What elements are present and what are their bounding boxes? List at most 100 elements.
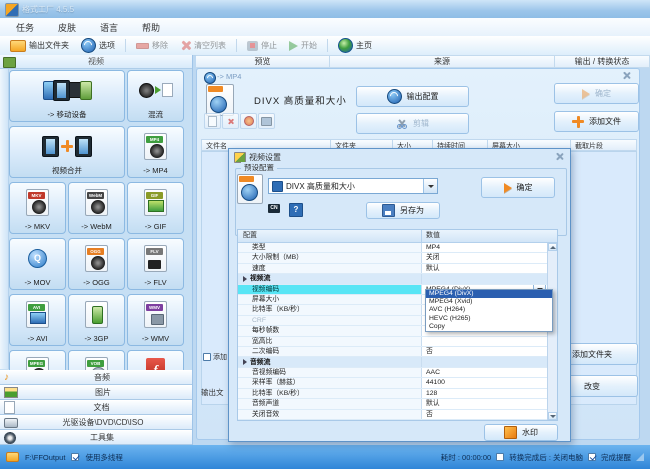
menu-skin[interactable]: 皮肤 <box>58 21 76 34</box>
column-output-status[interactable]: 输出 / 转换状态 <box>555 55 650 68</box>
remove-button[interactable]: 移除 <box>130 37 174 54</box>
sidebar-item-mpeg[interactable]: MPEG <box>9 350 66 370</box>
save-as-button[interactable]: 另存为 <box>366 202 440 219</box>
sidebar-item-swf[interactable]: f <box>127 350 184 370</box>
shutdown-checkbox-unchecked[interactable] <box>496 453 504 461</box>
options-button[interactable]: 选项 <box>75 37 121 54</box>
dropdown-item[interactable]: HEVC (H265) <box>426 315 552 323</box>
floppy-disk-icon <box>382 204 395 217</box>
dropdown-item[interactable]: Copy <box>426 323 552 331</box>
grid-section-video-stream[interactable]: 视频流 <box>238 274 548 284</box>
sidebar-item-ogg[interactable]: OGG -> OGG <box>68 238 125 290</box>
sidebar-item-flv[interactable]: FLV -> FLV <box>127 238 184 290</box>
sidebar-item-label: -> OGG <box>83 278 109 287</box>
sidebar-scrollbar[interactable] <box>0 69 9 369</box>
watermark-label: 水印 <box>522 427 538 438</box>
accordion-toolset[interactable]: 工具集 <box>0 430 192 445</box>
grid-row-audio-bitrate[interactable]: 比特率（KB/秒）128 <box>238 389 548 399</box>
column-source[interactable]: 来源 <box>330 55 555 68</box>
sidebar-item-video-join[interactable]: 视频合并 <box>9 126 125 178</box>
grid-row-audio-channel[interactable]: 音频声道默认 <box>238 399 548 409</box>
grid-row-audio-encode[interactable]: 音视频编码AAC <box>238 368 548 378</box>
column-preview[interactable]: 预览 <box>196 55 330 68</box>
sidebar-item-3gp[interactable]: -> 3GP <box>68 294 125 346</box>
scroll-up-icon[interactable] <box>548 243 557 251</box>
grid-header-value[interactable]: 数值 <box>422 230 557 242</box>
resize-grip[interactable] <box>636 453 644 461</box>
dialog-ok-button[interactable]: 确定 <box>481 177 555 198</box>
add-item-icon[interactable] <box>204 113 221 129</box>
output-config-button[interactable]: 输出配置 <box>356 86 469 107</box>
codec-badge-icon[interactable]: CN <box>268 204 280 213</box>
grid-row-aspect-ratio[interactable]: 宽高比 <box>238 337 548 347</box>
menu-task[interactable]: 任务 <box>16 21 34 34</box>
toolbar-separator <box>125 39 126 52</box>
scroll-down-icon[interactable] <box>548 412 557 420</box>
grid-header-config[interactable]: 配置 <box>238 230 422 242</box>
grid-row-sample-rate[interactable]: 采样率（赫兹）44100 <box>238 378 548 388</box>
status-bar: F:\FFOutput 使用多线程 耗时 : 00:00:00 转换完成后 : … <box>0 445 650 469</box>
expand-icon <box>243 359 247 365</box>
clear-list-button[interactable]: 清空列表 <box>174 37 232 54</box>
dropdown-item[interactable]: MPEG4 (Xvid) <box>426 298 552 306</box>
plus-icon <box>61 140 73 152</box>
sidebar-item-webm[interactable]: WebM -> WebM <box>68 182 125 234</box>
watermark-button[interactable]: 水印 <box>484 424 558 441</box>
output-path-folder-icon[interactable] <box>6 452 19 462</box>
remove-label: 移除 <box>152 40 168 51</box>
video-category-icon <box>3 57 16 68</box>
grid-row-size-limit[interactable]: 大小限制（MB）关闭 <box>238 253 548 263</box>
multithread-checkbox-checked[interactable] <box>71 453 79 461</box>
close-icon[interactable] <box>622 71 631 80</box>
sidebar-item-wmv[interactable]: WMV -> WMV <box>127 294 184 346</box>
record-icon[interactable] <box>240 113 257 129</box>
sidebar-header-video[interactable]: 视频 <box>0 55 192 69</box>
accordion-document[interactable]: 文档 <box>0 400 192 415</box>
monitor-icon[interactable] <box>258 113 275 129</box>
menu-bar: 任务 皮肤 语言 帮助 <box>0 18 650 36</box>
sidebar-item-gif[interactable]: GIF -> GIF <box>127 182 184 234</box>
grid-row-speed[interactable]: 速度默认 <box>238 264 548 274</box>
title-bar[interactable]: 格式工厂 4.5.5 <box>0 0 650 18</box>
close-icon[interactable] <box>555 152 564 163</box>
options-icon <box>81 38 96 53</box>
grid-row-type[interactable]: 类型MP4 <box>238 243 548 253</box>
col-clip-segment[interactable]: 截取片段 <box>571 139 637 151</box>
add-checkbox-row[interactable]: 添加 <box>203 352 229 362</box>
grid-row-two-pass[interactable]: 二次编码否 <box>238 347 548 357</box>
grid-row-disable-audio[interactable]: 关闭音效否 <box>238 410 548 420</box>
remove-item-icon[interactable] <box>222 113 239 129</box>
accordion-picture[interactable]: 图片 <box>0 385 192 400</box>
sidebar-item-mp4[interactable]: MP4 -> MP4 <box>127 126 184 178</box>
home-label: 主页 <box>356 40 372 51</box>
save-as-label: 另存为 <box>400 205 424 216</box>
sidebar-item-mobile-devices[interactable]: -> 移动设备 <box>9 70 125 122</box>
checkbox-unchecked[interactable] <box>203 353 211 361</box>
sidebar-item-avi[interactable]: AVI -> AVI <box>9 294 66 346</box>
notify-checkbox-checked[interactable] <box>588 453 596 461</box>
clip-button[interactable]: 剪辑 <box>356 113 469 134</box>
sidebar-item-vob[interactable]: VOB <box>68 350 125 370</box>
dropdown-item[interactable]: AVC (H264) <box>426 306 552 314</box>
output-path-label[interactable]: F:\FFOutput <box>25 453 65 462</box>
accordion-disc-device[interactable]: 光驱设备\DVD\CD\ISO <box>0 415 192 430</box>
sidebar-item-mux[interactable]: 混流 <box>127 70 184 122</box>
chevron-down-icon[interactable] <box>423 179 437 193</box>
sidebar-item-mov[interactable]: Q -> MOV <box>9 238 66 290</box>
output-folder-button[interactable]: 输出文件夹 <box>4 37 75 54</box>
sidebar-item-mkv[interactable]: MKV -> MKV <box>9 182 66 234</box>
home-button[interactable]: 主页 <box>332 37 378 54</box>
stop-button[interactable]: 停止 <box>241 37 283 54</box>
help-icon[interactable]: ? <box>289 203 303 217</box>
menu-help[interactable]: 帮助 <box>142 21 160 34</box>
dropdown-item-selected[interactable]: MPEG4 (DivX) <box>426 290 552 298</box>
accordion-audio[interactable]: ♪ 音频 <box>0 370 192 385</box>
add-file-button[interactable]: 添加文件 <box>554 111 639 132</box>
task-ok-button[interactable]: 确定 <box>554 83 639 104</box>
sidebar-grid: -> 移动设备 混流 视频合并 MP4 <box>9 70 187 370</box>
start-button[interactable]: 开始 <box>283 37 323 54</box>
dialog-title-bar[interactable]: 视频设置 <box>229 149 570 164</box>
menu-language[interactable]: 语言 <box>100 21 118 34</box>
preset-combobox[interactable]: DIVX 高质量和大小 <box>268 178 438 194</box>
grid-section-audio-stream[interactable]: 音频流 <box>238 357 548 367</box>
